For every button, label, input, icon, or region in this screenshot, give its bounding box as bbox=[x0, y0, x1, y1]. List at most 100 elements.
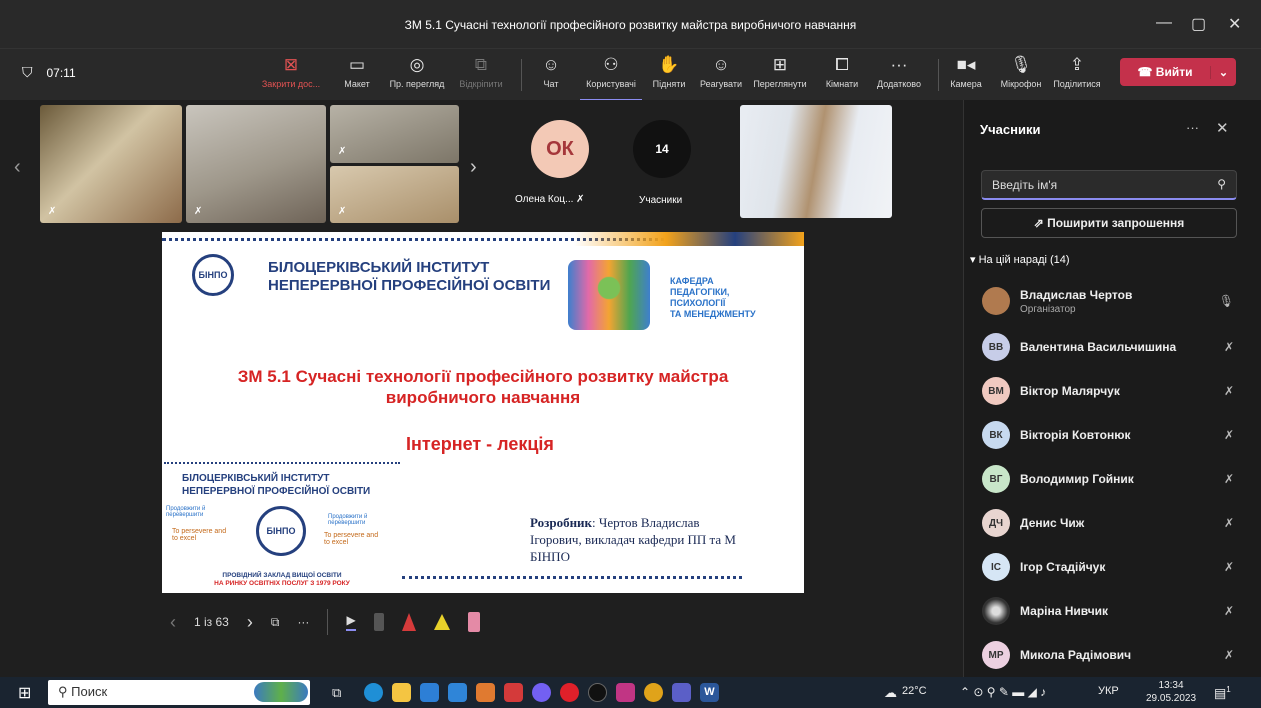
department-line-4: ТА МЕНЕДЖМЕНТУ bbox=[670, 309, 756, 319]
layout-icon: ▭ bbox=[348, 55, 366, 74]
gallery-prev-icon[interactable]: ‹ bbox=[14, 156, 21, 179]
gallery-next-icon[interactable]: › bbox=[470, 156, 477, 179]
edge-icon[interactable] bbox=[364, 683, 383, 702]
store-icon[interactable] bbox=[420, 683, 439, 702]
participant-row[interactable]: Владислав Чертов Організатор 🎙 bbox=[964, 277, 1261, 325]
microphone-button[interactable]: 🎙 Мікрофон bbox=[990, 55, 1052, 89]
eraser-pink-icon[interactable] bbox=[467, 612, 480, 632]
participant-name: Володимир Гойник bbox=[1020, 472, 1134, 486]
more-icon: ··· bbox=[890, 55, 908, 74]
mic-off-icon: ✗ bbox=[338, 146, 347, 157]
close-panel-icon[interactable]: ✕ bbox=[1216, 119, 1229, 137]
people-icon: ⚇ bbox=[603, 55, 619, 74]
mic-off-icon: ✗ bbox=[1223, 340, 1234, 354]
slide-title-2: виробничого навчання bbox=[385, 388, 581, 407]
close-icon[interactable]: ✕ bbox=[1228, 14, 1241, 34]
task-view-icon[interactable]: ⧉ bbox=[332, 685, 341, 701]
windows-start-icon[interactable]: ⊞ bbox=[18, 683, 31, 703]
view-button[interactable]: ⊞ Переглянути bbox=[749, 55, 811, 89]
highlighter-icon[interactable] bbox=[433, 614, 450, 630]
minimize-icon[interactable]: — bbox=[1156, 14, 1172, 32]
opera-icon[interactable] bbox=[560, 683, 579, 702]
app-icon[interactable] bbox=[476, 683, 495, 702]
camera-button[interactable]: ■◂ Камера bbox=[935, 55, 997, 89]
avatar: ІС bbox=[982, 553, 1010, 581]
motto-right: Продовжити й перевершити bbox=[328, 514, 368, 526]
pen-red-icon[interactable] bbox=[401, 613, 416, 631]
more-button[interactable]: ··· Додатково bbox=[868, 55, 930, 89]
rooms-button[interactable]: ⧠ Кімнати bbox=[811, 55, 873, 89]
institute-name-2: НЕПЕРЕРВНОЇ ПРОФЕСІЙНОЇ ОСВІТИ bbox=[268, 277, 551, 294]
participant-row[interactable]: Маріна Нивчик ✗ bbox=[964, 589, 1261, 633]
author-line-3: БІНПО bbox=[530, 549, 570, 564]
title-bar: ЗМ 5.1 Сучасні технології професійного р… bbox=[0, 0, 1261, 48]
video-tile[interactable]: ✗ bbox=[186, 105, 326, 223]
notification-icon[interactable]: ▤1 bbox=[1214, 685, 1231, 701]
next-slide-icon[interactable]: › bbox=[247, 612, 253, 633]
participant-name: Віктор Малярчук bbox=[1020, 384, 1120, 398]
games-icon[interactable] bbox=[504, 683, 523, 702]
unpin-button[interactable]: ⧉ Відкріпити bbox=[450, 55, 512, 89]
more-icon[interactable]: ··· bbox=[1186, 120, 1199, 135]
prev-slide-icon[interactable]: ‹ bbox=[170, 612, 176, 633]
more-icon[interactable]: ··· bbox=[297, 615, 309, 629]
share-button[interactable]: ⇪ Поділитися bbox=[1046, 55, 1108, 89]
instagram-icon[interactable] bbox=[616, 683, 635, 702]
meeting-timer: 07:11 bbox=[46, 65, 76, 80]
participant-row[interactable]: ДЧ Денис Чиж ✗ bbox=[964, 501, 1261, 545]
avatar[interactable]: ОК bbox=[531, 120, 589, 178]
video-tile[interactable]: ✗ bbox=[330, 166, 459, 223]
inset-logo: БІНПО bbox=[256, 506, 306, 556]
mic-off-icon: ✗ bbox=[1223, 648, 1234, 662]
participant-name: Микола Радімович bbox=[1020, 648, 1132, 662]
people-button[interactable]: ⚇ Користувачі bbox=[580, 55, 642, 101]
participant-name: Ігор Стадійчук bbox=[1020, 560, 1106, 574]
language-indicator[interactable]: УКР bbox=[1098, 685, 1119, 697]
participant-row[interactable]: ВК Вікторія Ковтонюк ✗ bbox=[964, 413, 1261, 457]
chat-button[interactable]: ☺ Чат bbox=[520, 55, 582, 89]
word-icon[interactable]: W bbox=[700, 683, 719, 702]
layout-button[interactable]: ▭ Макет bbox=[326, 55, 388, 89]
file-explorer-icon[interactable] bbox=[392, 683, 411, 702]
chrome-icon[interactable] bbox=[644, 683, 663, 702]
leave-button[interactable]: ☎ Вийти ⌄ bbox=[1120, 58, 1236, 86]
department-line-1: КАФЕДРА bbox=[670, 276, 714, 286]
participant-row[interactable]: ВВ Валентина Васильчишина ✗ bbox=[964, 325, 1261, 369]
presentation-slide[interactable]: БІНПО БІЛОЦЕРКІВСЬКИЙ ІНСТИТУТ НЕПЕРЕРВН… bbox=[162, 232, 804, 593]
pointer-icon[interactable]: ▶ bbox=[346, 613, 356, 631]
video-tile[interactable]: ✗ bbox=[330, 105, 459, 163]
clock[interactable]: 13:34 29.05.2023 bbox=[1146, 679, 1196, 705]
institute-logo: БІНПО bbox=[192, 254, 234, 296]
motto-en-right: To persevere and to excel bbox=[324, 532, 379, 546]
presenter-video[interactable] bbox=[740, 105, 892, 218]
chevron-down-icon[interactable]: ⌄ bbox=[1210, 65, 1236, 79]
grid-icon: ⊞ bbox=[772, 55, 788, 74]
participant-search-input[interactable]: Введіть ім'я ⚲ bbox=[981, 170, 1237, 200]
participant-role: Організатор bbox=[1020, 303, 1076, 315]
participant-row[interactable]: МР Микола Радімович ✗ bbox=[964, 633, 1261, 677]
microphone-icon: 🎙 bbox=[1010, 55, 1032, 74]
mic-off-icon: ✗ bbox=[1223, 516, 1234, 530]
mic-off-icon: ✗ bbox=[1223, 472, 1234, 486]
maximize-icon[interactable]: ▢ bbox=[1191, 14, 1206, 34]
participants-count[interactable]: 14 bbox=[633, 120, 691, 178]
meeting-toolbar: ⛉ 07:11 ⊠ Закрити дос... ▭ Макет ◎ Пр. пере… bbox=[0, 48, 1261, 101]
eraser-icon[interactable] bbox=[373, 613, 384, 631]
avatar bbox=[982, 597, 1010, 625]
teams-icon[interactable] bbox=[672, 683, 691, 702]
clock-date: 29.05.2023 bbox=[1146, 693, 1197, 704]
preview-button[interactable]: ◎ Пр. перегляд bbox=[386, 55, 448, 89]
tiktok-icon[interactable] bbox=[588, 683, 607, 702]
viber-icon[interactable] bbox=[532, 683, 551, 702]
participant-row[interactable]: ВМ Віктор Малярчук ✗ bbox=[964, 369, 1261, 413]
slides-grid-icon[interactable]: ⧉ bbox=[271, 615, 280, 630]
meeting-group-header[interactable]: ▾ На цій нараді (14) bbox=[970, 253, 1070, 266]
participant-row[interactable]: ВГ Володимир Гойник ✗ bbox=[964, 457, 1261, 501]
react-button[interactable]: ☺ Реагувати bbox=[690, 55, 752, 89]
mail-icon[interactable] bbox=[448, 683, 467, 702]
participant-row[interactable]: ІС Ігор Стадійчук ✗ bbox=[964, 545, 1261, 589]
tray-icons[interactable]: ⌃ ⊙ ⚲ ✎ ▬ ◢ ♪ bbox=[960, 685, 1046, 699]
invite-button[interactable]: ⇗ Поширити запрошення bbox=[981, 208, 1237, 238]
video-tile[interactable]: ✗ bbox=[40, 105, 182, 223]
stop-sharing-button[interactable]: ⊠ Закрити дос... bbox=[260, 55, 322, 89]
